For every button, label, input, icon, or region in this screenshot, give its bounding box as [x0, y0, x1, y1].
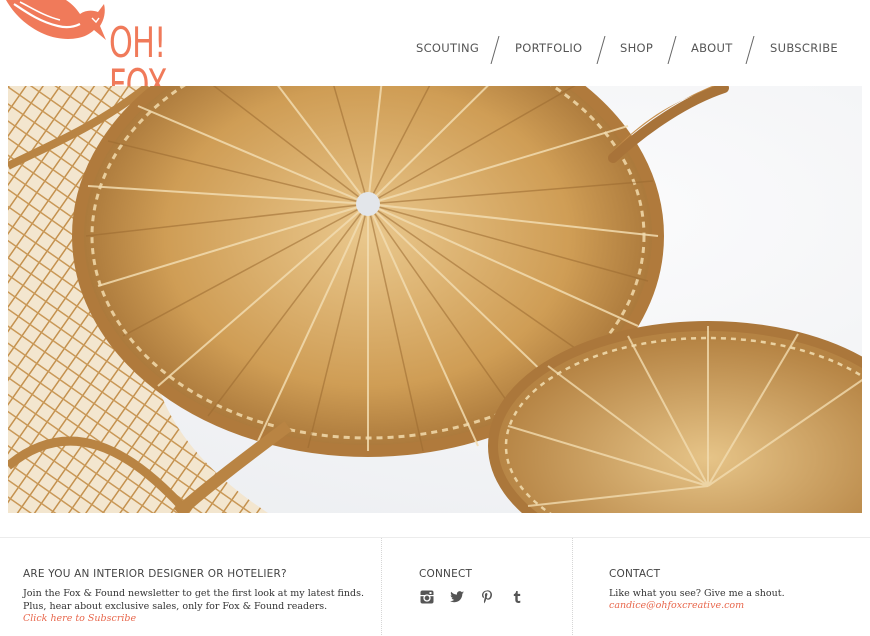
wicker-chairs-image [8, 86, 862, 513]
nav-item-shop[interactable]: SHOP [620, 41, 653, 55]
pinterest-icon[interactable] [479, 589, 495, 605]
designer-text-line1: Join the Fox & Found newsletter to get t… [23, 588, 364, 599]
twitter-icon[interactable] [449, 589, 465, 605]
nav-divider [745, 36, 755, 64]
nav-item-about[interactable]: ABOUT [691, 41, 733, 55]
tumblr-icon[interactable] [509, 589, 525, 605]
social-links [419, 589, 525, 605]
contact-email-link[interactable]: candice@ohfoxcreative.com [609, 600, 744, 611]
nav-item-subscribe[interactable]: SUBSCRIBE [770, 41, 838, 55]
footer-divider [381, 538, 382, 636]
contact-text: Like what you see? Give me a shout. [609, 588, 785, 599]
site-header: OH! FOX SCOUTING PORTFOLIO SHOP ABOUT SU… [0, 0, 870, 106]
nav-item-portfolio[interactable]: PORTFOLIO [515, 41, 582, 55]
instagram-icon[interactable] [419, 589, 435, 605]
main-nav: SCOUTING PORTFOLIO SHOP ABOUT SUBSCRIBE [0, 36, 870, 64]
subscribe-link[interactable]: Click here to Subscribe [23, 613, 136, 624]
connect-heading: CONNECT [419, 568, 473, 580]
contact-heading: CONTACT [609, 568, 661, 580]
nav-divider [490, 36, 500, 64]
site-footer: ARE YOU AN INTERIOR DESIGNER OR HOTELIER… [0, 537, 870, 636]
designer-text-line2: Plus, hear about exclusive sales, only f… [23, 601, 328, 612]
hero-image [8, 86, 862, 513]
nav-divider [596, 36, 606, 64]
footer-divider [572, 538, 573, 636]
nav-item-scouting[interactable]: SCOUTING [416, 41, 479, 55]
nav-divider [667, 36, 677, 64]
designer-heading: ARE YOU AN INTERIOR DESIGNER OR HOTELIER… [23, 568, 287, 580]
